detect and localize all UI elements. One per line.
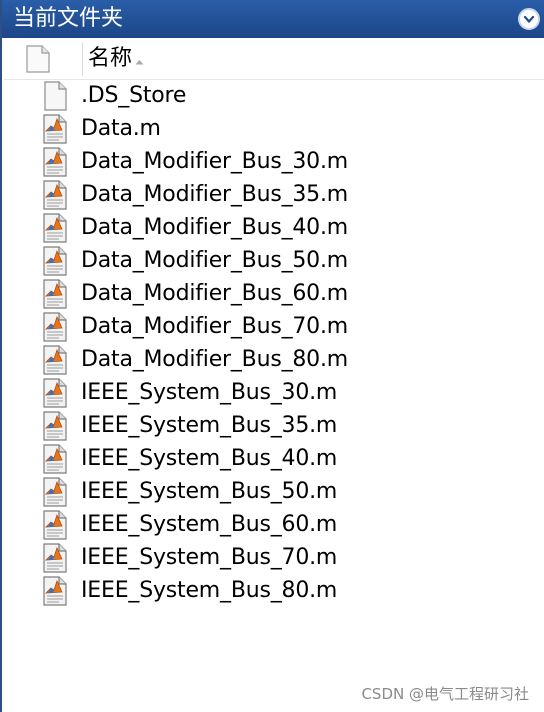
blank-file-icon <box>41 81 71 111</box>
file-list-item[interactable]: Data_Modifier_Bus_40.m <box>4 211 544 244</box>
matlab-script-icon <box>41 147 71 177</box>
file-list-item[interactable]: IEEE_System_Bus_50.m <box>4 475 544 508</box>
matlab-script-icon <box>41 279 71 309</box>
file-name: Data_Modifier_Bus_30.m <box>81 149 349 174</box>
file-name: Data_Modifier_Bus_60.m <box>81 281 349 306</box>
matlab-script-icon <box>41 312 71 342</box>
file-list: .DS_Store Data.m Data_Modifier_Bus_30.m Dat… <box>4 79 544 607</box>
file-name: Data_Modifier_Bus_35.m <box>81 182 349 207</box>
type-column-header[interactable] <box>4 38 80 79</box>
matlab-script-icon <box>41 114 71 144</box>
file-list-item[interactable]: Data_Modifier_Bus_70.m <box>4 310 544 343</box>
file-list-item[interactable]: IEEE_System_Bus_35.m <box>4 409 544 442</box>
file-list-item[interactable]: IEEE_System_Bus_70.m <box>4 541 544 574</box>
name-column-header[interactable]: 名称 <box>88 44 144 74</box>
file-name: IEEE_System_Bus_50.m <box>81 479 338 504</box>
current-folder-panel: 当前文件夹 名称 .DS_Store Data.m Data_Modifier_Bu… <box>0 0 544 712</box>
file-name: Data_Modifier_Bus_50.m <box>81 248 349 273</box>
matlab-script-icon <box>41 477 71 507</box>
file-name: IEEE_System_Bus_30.m <box>81 380 338 405</box>
watermark: CSDN @电气工程研习社 <box>361 685 529 703</box>
file-list-item[interactable]: Data_Modifier_Bus_50.m <box>4 244 544 277</box>
matlab-script-icon <box>41 378 71 408</box>
file-name: IEEE_System_Bus_35.m <box>81 413 338 438</box>
name-column-label: 名称 <box>88 46 133 71</box>
matlab-script-icon <box>41 213 71 243</box>
column-separator[interactable] <box>82 42 83 76</box>
matlab-script-icon <box>41 510 71 540</box>
matlab-script-icon <box>41 246 71 276</box>
sort-ascending-icon <box>135 50 144 69</box>
file-list-item[interactable]: Data_Modifier_Bus_60.m <box>4 277 544 310</box>
file-name: IEEE_System_Bus_40.m <box>81 446 338 471</box>
blank-file-icon <box>26 45 50 73</box>
matlab-script-icon <box>41 345 71 375</box>
file-list-item[interactable]: IEEE_System_Bus_40.m <box>4 442 544 475</box>
chevron-down-circle-icon[interactable] <box>518 8 540 30</box>
panel-title: 当前文件夹 <box>13 6 124 31</box>
file-name: Data_Modifier_Bus_70.m <box>81 314 349 339</box>
file-list-item[interactable]: IEEE_System_Bus_80.m <box>4 574 544 607</box>
matlab-script-icon <box>41 411 71 441</box>
file-name: IEEE_System_Bus_80.m <box>81 578 338 603</box>
matlab-script-icon <box>41 543 71 573</box>
panel-titlebar: 当前文件夹 <box>2 0 544 38</box>
matlab-script-icon <box>41 180 71 210</box>
file-list-item[interactable]: Data_Modifier_Bus_80.m <box>4 343 544 376</box>
file-list-item[interactable]: .DS_Store <box>4 79 544 112</box>
file-name: Data_Modifier_Bus_40.m <box>81 215 349 240</box>
file-name: Data_Modifier_Bus_80.m <box>81 347 349 372</box>
file-list-item[interactable]: IEEE_System_Bus_30.m <box>4 376 544 409</box>
file-list-item[interactable]: Data.m <box>4 112 544 145</box>
matlab-script-icon <box>41 444 71 474</box>
matlab-script-icon <box>41 576 71 606</box>
file-name: Data.m <box>81 116 161 141</box>
file-list-item[interactable]: Data_Modifier_Bus_35.m <box>4 178 544 211</box>
file-name: .DS_Store <box>81 83 187 108</box>
column-header: 名称 <box>4 38 544 80</box>
file-list-item[interactable]: Data_Modifier_Bus_30.m <box>4 145 544 178</box>
file-list-item[interactable]: IEEE_System_Bus_60.m <box>4 508 544 541</box>
file-name: IEEE_System_Bus_60.m <box>81 512 338 537</box>
file-name: IEEE_System_Bus_70.m <box>81 545 338 570</box>
